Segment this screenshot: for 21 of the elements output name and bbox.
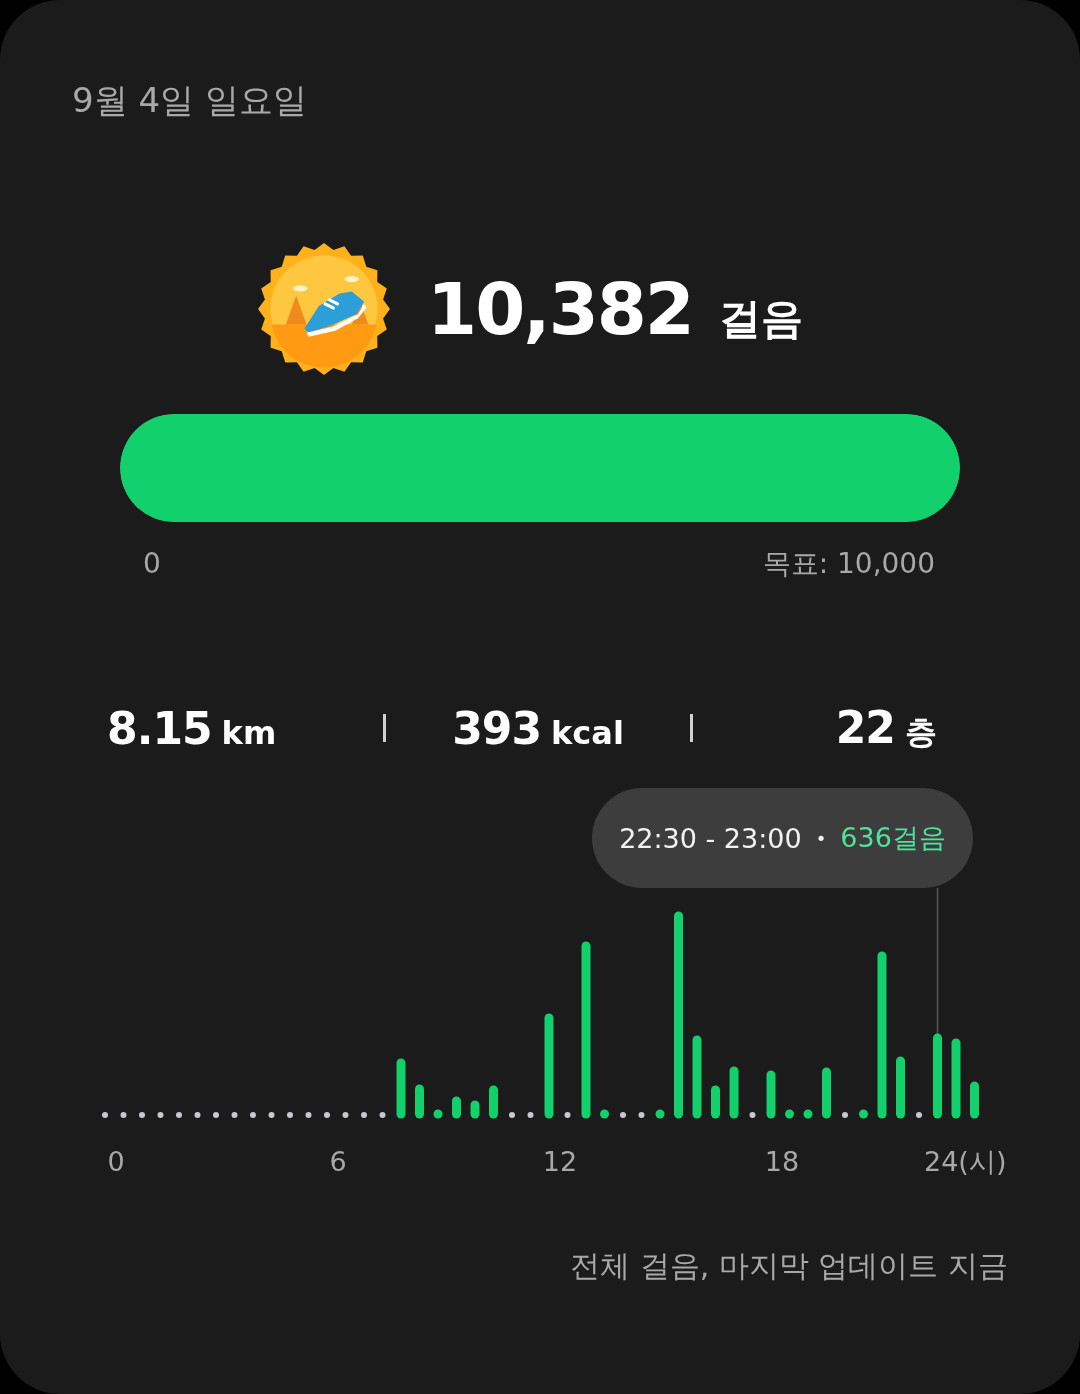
axis-label: 18 (764, 1146, 800, 1177)
update-status-text: 전체 걸음, 마지막 업데이트 지금 (570, 1247, 1008, 1285)
stat-unit: kcal (551, 713, 624, 752)
shoe-badge-icon (257, 242, 392, 376)
axis-label: 0 (107, 1146, 125, 1177)
separator-dot: • (815, 827, 827, 849)
step-count: 10,382 (427, 266, 693, 353)
progress-start-label: 0 (143, 546, 161, 582)
date-text: 9월 4일 일요일 (72, 79, 307, 122)
stat-value: 8.15 (107, 702, 212, 754)
interval-steps-text: 636걸음 (840, 821, 946, 855)
step-unit: 걸음 (718, 293, 803, 345)
stat-unit: km (221, 713, 277, 752)
axis-label: 6 (329, 1146, 347, 1177)
goal-label: 목표: 10,000 (762, 546, 935, 582)
axis-label: 24(시) (924, 1146, 1007, 1177)
time-range-text: 22:30 - 23:00 (619, 822, 802, 854)
axis-label: 12 (542, 1146, 578, 1177)
stat-unit: 층 (905, 711, 937, 753)
stat-value: 393 (452, 702, 542, 754)
stat-value: 22 (835, 701, 895, 753)
